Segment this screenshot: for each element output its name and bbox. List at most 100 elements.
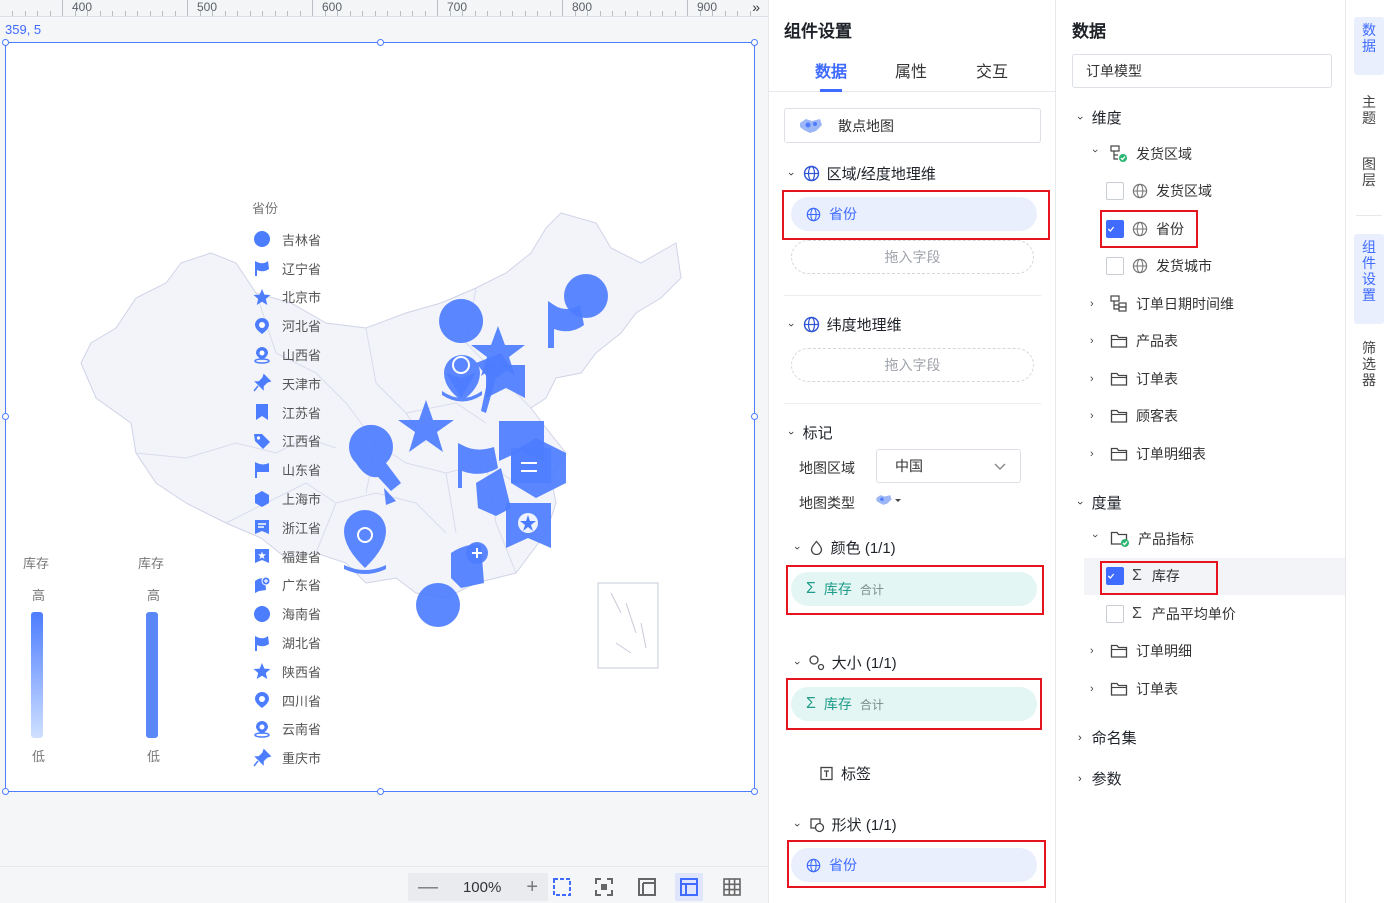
chart-type-selector[interactable]: 散点地图 — [784, 108, 1041, 143]
tab-interaction[interactable]: 交互 — [976, 58, 1008, 82]
section-color[interactable]: › 颜色 (1/1) — [791, 537, 896, 558]
drop-zone[interactable]: 拖入字段 — [791, 348, 1034, 382]
map-region-select[interactable]: 中国 — [876, 449, 1021, 483]
measures-section[interactable]: › 度量 — [1074, 492, 1122, 513]
rail-tab-filters[interactable]: 筛选器 — [1354, 340, 1384, 388]
legend-item[interactable]: 重庆市 — [252, 743, 321, 772]
tree-label: 产品指标 — [1138, 531, 1194, 547]
ruler-minor-tick — [612, 11, 613, 16]
tree-label: 产品平均单价 — [1151, 606, 1236, 622]
sigma-icon: Σ — [1132, 605, 1142, 622]
ruler-minor-tick — [474, 11, 476, 16]
map-markers — [344, 274, 608, 627]
ruler-minor-tick — [424, 11, 426, 16]
rail-tab-component-settings[interactable]: 组件设置 — [1354, 234, 1384, 324]
color-drop-icon — [810, 540, 822, 555]
zoom-out-button[interactable]: — — [418, 877, 438, 897]
zoom-control: — 100% + — [408, 873, 548, 901]
tree-item-shipping-region[interactable]: 发货区域 — [1106, 178, 1212, 204]
tree-label: 顾客表 — [1136, 408, 1178, 424]
tree-item-order-detail-table[interactable]: › 订单明细表 — [1090, 441, 1206, 467]
tree-item-product-metrics[interactable]: › 产品指标 — [1089, 526, 1194, 552]
scatter-map-widget[interactable]: 省份 吉林省 辽宁省 北京市 河北省 山西省 天津市 江苏省 江西省 山东省 上… — [2, 39, 758, 795]
rail-tab-layers[interactable]: 图层 — [1354, 156, 1384, 188]
tree-item-order-table-measures[interactable]: › 订单表 — [1090, 676, 1178, 702]
legend-item[interactable]: 湖北省 — [252, 628, 321, 657]
tree-label: 订单表 — [1136, 681, 1178, 697]
tree-item-avg-price[interactable]: Σ 产品平均单价 — [1106, 601, 1236, 627]
section-region[interactable]: › 区域/经度地理维 — [785, 163, 936, 184]
globe-icon — [803, 165, 819, 182]
dimensions-section[interactable]: › 维度 — [1074, 107, 1122, 128]
legend-item[interactable]: 北京市 — [252, 283, 321, 312]
tab-data[interactable]: 数据 — [815, 58, 847, 82]
section-marks[interactable]: › 标记 — [785, 422, 833, 443]
tree-item-order-date[interactable]: › 订单日期时间维 — [1090, 291, 1234, 317]
legend-item[interactable]: 浙江省 — [252, 513, 321, 542]
panel-layout-button[interactable] — [675, 873, 703, 901]
legend-item[interactable]: 福建省 — [252, 542, 321, 571]
named-sets-section[interactable]: › 命名集 — [1078, 727, 1137, 748]
legend-item[interactable]: 海南省 — [252, 599, 321, 628]
legend-item[interactable]: 上海市 — [252, 484, 321, 513]
legend-item[interactable]: 山西省 — [252, 340, 321, 369]
legend-item[interactable]: 陕西省 — [252, 657, 321, 686]
checkbox[interactable] — [1106, 257, 1124, 275]
checkbox[interactable] — [1106, 182, 1124, 200]
section-label: 参数 — [1091, 771, 1122, 788]
legend-item[interactable]: 广东省 — [252, 571, 321, 600]
legend-item[interactable]: 天津市 — [252, 369, 321, 398]
legend-item[interactable]: 江西省 — [252, 427, 321, 456]
drop-zone[interactable]: 拖入字段 — [791, 240, 1034, 274]
tree-item-order-table[interactable]: › 订单表 — [1090, 366, 1178, 392]
ruler-expand-icon[interactable]: » — [752, 0, 760, 15]
grid-button[interactable] — [718, 873, 746, 901]
legend-label: 陕西省 — [282, 664, 322, 680]
legend-item[interactable]: 江苏省 — [252, 398, 321, 427]
select-area-button[interactable] — [548, 873, 576, 901]
legend-item[interactable]: 四川省 — [252, 686, 321, 715]
legend-item[interactable]: 吉林省 — [252, 225, 321, 254]
rail-tab-data[interactable]: 数据 — [1354, 17, 1384, 75]
color-legend-title: 库存 — [23, 556, 50, 571]
section-shape[interactable]: › 形状 (1/1) — [791, 814, 897, 835]
folder-check-icon — [1110, 531, 1129, 547]
rail-tab-theme[interactable]: 主题 — [1354, 94, 1384, 126]
legend-item[interactable]: 辽宁省 — [252, 254, 321, 283]
rail-label: 数据 — [1362, 22, 1376, 54]
section-size[interactable]: › 大小 (1/1) — [791, 652, 897, 673]
section-label-mark[interactable]: 标签 — [819, 763, 871, 784]
parameters-section[interactable]: › 参数 — [1078, 768, 1122, 789]
model-selector[interactable]: 订单模型 — [1072, 54, 1332, 88]
tree-item-shipping-region-group[interactable]: › 发货区域 — [1089, 141, 1192, 167]
legend-item[interactable]: 河北省 — [252, 311, 321, 340]
tree-item-customer-table[interactable]: › 顾客表 — [1090, 403, 1178, 429]
fit-screen-button[interactable] — [590, 873, 618, 901]
folder-icon — [1110, 644, 1128, 658]
tab-properties[interactable]: 属性 — [895, 58, 927, 82]
section-latitude[interactable]: › 纬度地理维 — [785, 314, 902, 335]
checkbox[interactable] — [1106, 605, 1124, 623]
folder-icon — [1110, 447, 1128, 461]
size-bar — [146, 612, 158, 738]
bookmark-icon — [256, 404, 268, 421]
highlight-box — [782, 190, 1050, 240]
highlight-box — [786, 678, 1042, 730]
rail-label: 组件设置 — [1362, 239, 1376, 303]
chevron-right-icon: › — [1090, 448, 1094, 460]
grid-icon — [723, 878, 741, 896]
zoom-in-button[interactable]: + — [526, 877, 538, 897]
legend-label: 辽宁省 — [282, 261, 322, 277]
map-type-select[interactable] — [875, 493, 903, 507]
layout-button[interactable] — [633, 873, 661, 901]
tree-item-order-detail[interactable]: › 订单明细 — [1090, 638, 1192, 664]
section-label: 维度 — [1091, 110, 1122, 127]
ruler-minor-tick — [37, 11, 38, 16]
legend-item[interactable]: 山东省 — [252, 455, 321, 484]
legend-label: 江西省 — [282, 434, 322, 450]
ruler-minor-tick — [274, 11, 276, 16]
tree-item-shipping-city[interactable]: 发货城市 — [1106, 253, 1212, 279]
tree-item-product-table[interactable]: › 产品表 — [1090, 328, 1178, 354]
ruler-minor-tick — [124, 11, 126, 16]
legend-item[interactable]: 云南省 — [252, 715, 321, 744]
